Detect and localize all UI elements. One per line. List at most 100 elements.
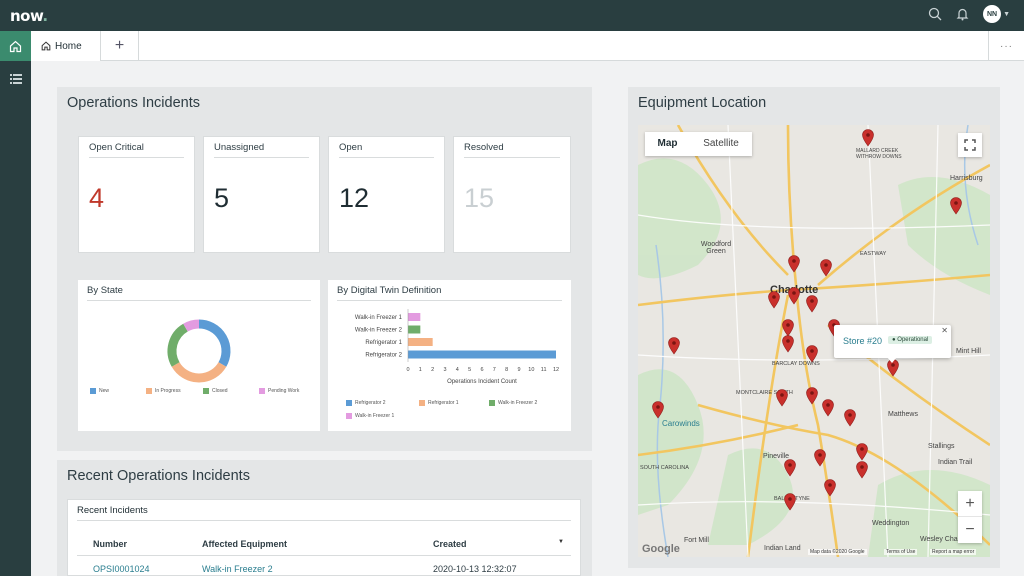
chevron-down-icon[interactable]: ▼ <box>1003 11 1010 18</box>
bar[interactable] <box>408 325 421 334</box>
report-map-error-link[interactable]: Report a map error <box>930 549 977 555</box>
by-twin-bar-chart[interactable]: Walk-in Freezer 1 Walk-in Freezer 2 Refrig… <box>328 280 571 431</box>
kpi-open[interactable]: Open 12 <box>328 136 445 253</box>
user-avatar[interactable]: NN <box>983 5 1002 23</box>
store-location-pin[interactable] <box>806 387 818 405</box>
bar[interactable] <box>408 338 433 346</box>
tab-home-label: Home <box>55 40 82 52</box>
category-label: Refrigerator 1 <box>365 340 402 346</box>
kpi-resolved[interactable]: Resolved 15 <box>453 136 571 253</box>
map-place-label: Woodford Green <box>700 241 732 255</box>
left-nav-rail <box>0 31 31 576</box>
store-location-pin[interactable] <box>844 409 856 427</box>
store-location-pin[interactable] <box>652 401 664 419</box>
legend-item: Refrigerator 2 <box>346 400 386 406</box>
close-icon[interactable]: ✕ <box>941 326 948 335</box>
tick-label: 1 <box>419 367 422 373</box>
bar[interactable] <box>408 350 556 359</box>
fullscreen-button[interactable] <box>958 133 982 157</box>
home-icon <box>41 41 51 51</box>
store-location-pin[interactable] <box>856 461 868 479</box>
x-axis-label: Operations Incident Count <box>447 379 517 385</box>
map-place-label: Fort Mill <box>684 537 709 544</box>
incident-number-link[interactable]: OPSI0001024 <box>93 564 150 574</box>
legend-item: Pending Work <box>259 388 299 394</box>
store-location-pin[interactable] <box>776 389 788 407</box>
bar[interactable] <box>408 313 421 321</box>
store-location-pin[interactable] <box>784 493 796 511</box>
store-location-pin[interactable] <box>862 129 874 147</box>
by-state-title: By State <box>87 285 123 296</box>
tick-label: 0 <box>406 367 409 373</box>
store-info-popup[interactable]: Store #20 ● Operational ✕ <box>834 325 951 358</box>
kpi-unassigned[interactable]: Unassigned 5 <box>203 136 320 253</box>
map-place-label: Indian Trail <box>938 459 973 466</box>
affected-equipment-link[interactable]: Walk-in Freezer 2 <box>202 564 273 574</box>
kpi-value: 12 <box>339 183 370 213</box>
store-location-pin[interactable] <box>668 337 680 355</box>
terms-link[interactable]: Terms of Use <box>884 549 918 555</box>
status-badge: ● Operational <box>888 336 933 344</box>
legend-label: Pending Work <box>268 388 300 394</box>
tab-home[interactable]: Home <box>31 31 101 61</box>
column-header-affected-equipment[interactable]: Affected Equipment <box>202 539 287 549</box>
store-location-pin[interactable] <box>820 259 832 277</box>
map-place-label: SOUTH CAROLINA <box>640 465 689 471</box>
map-place-label: Carowinds <box>662 419 700 428</box>
satellite-view-button[interactable]: Satellite <box>690 132 752 156</box>
google-logo: Google <box>642 543 680 555</box>
bell-icon[interactable] <box>956 7 969 21</box>
zoom-in-button[interactable]: + <box>958 491 982 517</box>
legend-item: In Progress <box>146 388 181 394</box>
store-location-pin[interactable] <box>856 443 868 461</box>
store-location-pin[interactable] <box>814 449 826 467</box>
store-location-pin[interactable] <box>806 295 818 313</box>
legend-label: Refrigerator 2 <box>355 400 386 406</box>
tick-label: 10 <box>528 367 534 373</box>
servicenow-logo[interactable]: now. <box>10 7 48 25</box>
list-nav-button[interactable] <box>0 67 31 91</box>
donut-slice[interactable] <box>198 319 231 367</box>
legend-item: Refrigerator 1 <box>419 400 459 406</box>
list-icon <box>9 74 22 84</box>
equipment-location-title: Equipment Location <box>638 95 767 111</box>
donut-slice[interactable] <box>171 362 227 383</box>
kpi-open-critical[interactable]: Open Critical 4 <box>78 136 195 253</box>
tick-label: 4 <box>456 367 459 373</box>
legend-label: Refrigerator 1 <box>428 400 459 406</box>
tick-label: 2 <box>431 367 434 373</box>
by-state-chart-card: By State New In Progress Closed Pending … <box>78 280 320 431</box>
store-location-pin[interactable] <box>788 255 800 273</box>
operations-incidents-title: Operations Incidents <box>67 95 200 111</box>
store-location-pin[interactable] <box>782 335 794 353</box>
store-name[interactable]: Store #20 <box>843 336 882 346</box>
zoom-out-button[interactable]: − <box>958 517 982 543</box>
store-location-pin[interactable] <box>784 459 796 477</box>
store-location-pin[interactable] <box>822 399 834 417</box>
column-header-number[interactable]: Number <box>93 539 127 549</box>
category-label: Walk-in Freezer 2 <box>355 328 403 334</box>
map-view-button[interactable]: Map <box>645 132 690 156</box>
store-location-pin[interactable] <box>824 479 836 497</box>
sort-desc-icon[interactable]: ▼ <box>558 539 564 545</box>
legend-label: Walk-in Freezer 2 <box>498 400 538 406</box>
by-state-donut[interactable] <box>164 316 234 386</box>
map-place-label: EASTWAY <box>860 251 887 257</box>
store-location-pin[interactable] <box>806 345 818 363</box>
kpi-value: 15 <box>464 183 495 213</box>
kpi-label: Open Critical <box>89 142 144 153</box>
donut-slice[interactable] <box>167 323 189 367</box>
home-nav-button[interactable] <box>0 31 31 61</box>
legend-item: Closed <box>203 388 228 394</box>
map-place-label: Stallings <box>928 443 955 450</box>
add-tab-button[interactable]: + <box>101 31 139 61</box>
more-options-button[interactable]: ··· <box>988 31 1024 61</box>
legend-label: New <box>99 388 110 394</box>
store-location-pin[interactable] <box>768 291 780 309</box>
donut-slice[interactable] <box>183 319 200 332</box>
store-location-pin[interactable] <box>950 197 962 215</box>
store-location-pin[interactable] <box>788 287 800 305</box>
column-header-created[interactable]: Created <box>433 539 467 549</box>
search-icon[interactable] <box>928 7 942 21</box>
zoom-control: + − <box>958 491 982 543</box>
